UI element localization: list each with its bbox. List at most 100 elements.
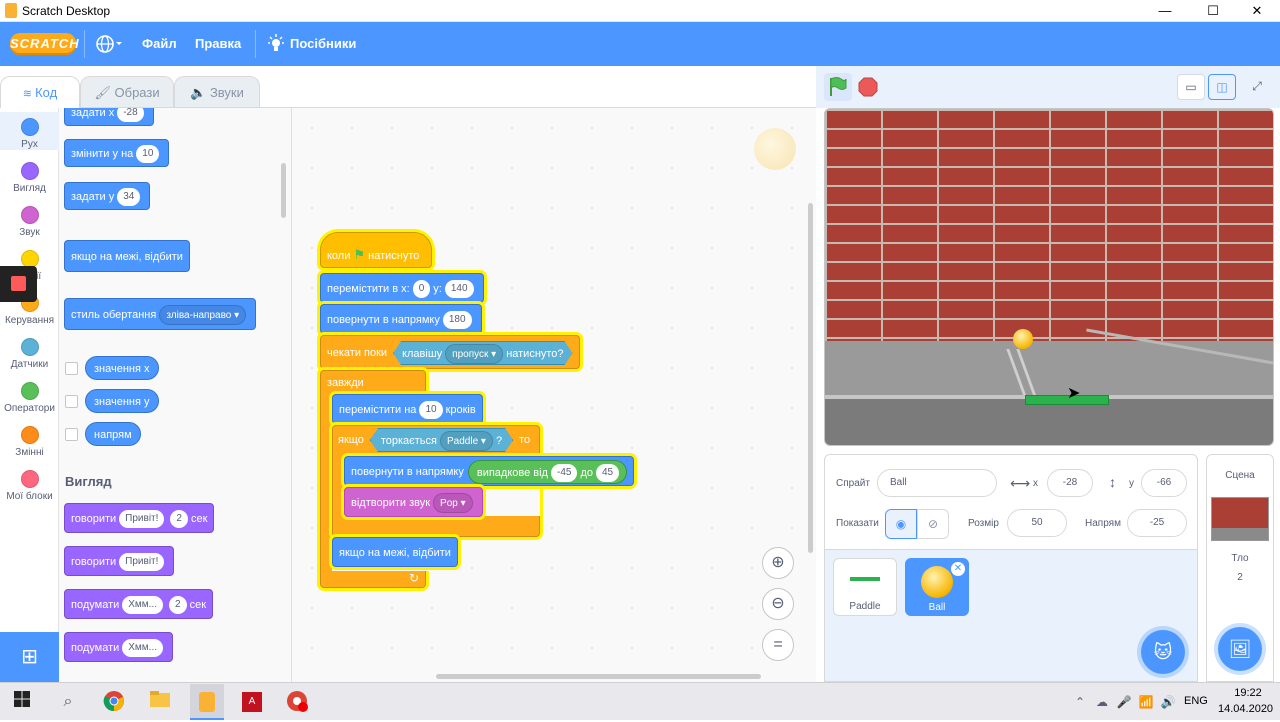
block-input[interactable]: 34 bbox=[117, 188, 141, 207]
maximize-button[interactable]: ☐ bbox=[1190, 0, 1236, 22]
y-position-input[interactable]: -66 bbox=[1141, 469, 1187, 497]
reporter-checkbox[interactable] bbox=[65, 428, 78, 441]
sprite-thumb-ball[interactable]: Ball ✕ bbox=[905, 558, 969, 616]
reporter-y-position[interactable]: значення у bbox=[85, 389, 159, 413]
block-input[interactable]: 140 bbox=[444, 280, 474, 299]
block-think-for-secs[interactable]: подумати Хмм... 2 сек bbox=[64, 589, 214, 619]
show-sprite-button[interactable]: ◉ bbox=[885, 509, 917, 539]
block-think[interactable]: подумати Хмм... bbox=[64, 632, 174, 662]
pdf-reader-icon[interactable]: A bbox=[240, 690, 264, 714]
file-explorer-icon[interactable] bbox=[148, 690, 172, 714]
rotation-dropdown[interactable]: зліва-направо ▾ bbox=[159, 305, 247, 326]
wifi-icon[interactable]: 📶 bbox=[1134, 690, 1158, 714]
touching-boolean[interactable]: торкається Paddle ▾? bbox=[370, 428, 513, 452]
block-wait-until[interactable]: чекати поки клавішу пропуск ▾ натиснуто? bbox=[320, 335, 580, 369]
volume-icon[interactable]: 🔊 bbox=[1156, 690, 1180, 714]
scratch-logo[interactable]: SCRATCH bbox=[10, 33, 79, 55]
hide-sprite-button[interactable]: ⊘ bbox=[917, 509, 949, 539]
recording-overlay[interactable] bbox=[0, 266, 37, 302]
block-change-y[interactable]: змінити у на 10 bbox=[64, 139, 170, 167]
block-say-for-secs[interactable]: говорити Привіт! 2 сек bbox=[64, 503, 215, 533]
block-point-random[interactable]: повернути в напрямку випадкове від -45 до 45 bbox=[344, 456, 635, 486]
block-input[interactable]: Хмм... bbox=[122, 639, 164, 658]
zoom-reset-button[interactable]: = bbox=[762, 629, 794, 661]
chrome-icon[interactable] bbox=[102, 690, 126, 714]
workspace-vscrollbar[interactable] bbox=[808, 203, 813, 553]
scratch-taskbar-icon[interactable] bbox=[190, 684, 224, 720]
block-input[interactable]: Привіт! bbox=[119, 553, 165, 572]
block-goto-xy[interactable]: перемістити в х: 0 у: 140 bbox=[320, 273, 484, 303]
block-input[interactable]: 45 bbox=[595, 464, 620, 483]
zoom-in-button[interactable]: ⊕ bbox=[762, 547, 794, 579]
block-input[interactable]: -45 bbox=[550, 464, 578, 483]
block-input[interactable]: 180 bbox=[442, 311, 472, 330]
zoom-out-button[interactable]: ⊖ bbox=[762, 588, 794, 620]
block-move-steps[interactable]: перемістити на 10 кроків bbox=[332, 394, 483, 424]
block-set-x[interactable]: задати х -28 bbox=[64, 108, 154, 126]
sprite-thumb-paddle[interactable]: Paddle bbox=[833, 558, 897, 616]
block-input[interactable]: Привіт! bbox=[119, 510, 165, 529]
add-extension-button[interactable]: ⊞ bbox=[0, 632, 59, 682]
category-operators[interactable]: Оператори bbox=[0, 376, 59, 414]
x-position-input[interactable]: -28 bbox=[1047, 469, 1093, 497]
block-point-in-direction[interactable]: повернути в напрямку 180 bbox=[320, 304, 482, 334]
sound-dropdown[interactable]: Pop ▾ bbox=[433, 493, 473, 514]
category-sound[interactable]: Звук bbox=[0, 200, 59, 238]
block-say[interactable]: говорити Привіт! bbox=[64, 546, 175, 576]
search-icon[interactable]: ⌕ bbox=[56, 690, 80, 714]
tray-chevron-icon[interactable]: ⌃ bbox=[1068, 690, 1092, 714]
close-button[interactable]: ✕ bbox=[1234, 0, 1280, 22]
reporter-checkbox[interactable] bbox=[65, 395, 78, 408]
category-looks[interactable]: Вигляд bbox=[0, 156, 59, 194]
block-input[interactable]: 2 bbox=[170, 510, 188, 529]
category-variables[interactable]: Змінні bbox=[0, 420, 59, 458]
reporter-checkbox[interactable] bbox=[65, 362, 78, 375]
windows-start-icon[interactable] bbox=[10, 690, 34, 714]
size-input[interactable]: 50 bbox=[1007, 509, 1067, 537]
stop-button[interactable] bbox=[857, 76, 879, 98]
clock-date[interactable]: 14.04.2020 bbox=[1218, 703, 1273, 715]
block-when-flag-clicked[interactable]: коли ⚑ натиснуто bbox=[320, 232, 432, 268]
block-input[interactable]: -28 bbox=[117, 108, 144, 123]
touching-dropdown[interactable]: Paddle ▾ bbox=[440, 431, 493, 451]
random-reporter[interactable]: випадкове від -45 до 45 bbox=[467, 460, 628, 485]
language-globe-icon[interactable] bbox=[95, 32, 123, 61]
tab-costumes[interactable]: 🖌 Образи bbox=[80, 76, 174, 108]
script-workspace[interactable]: коли ⚑ натиснуто перемістити в х: 0 у: 140 … bbox=[292, 108, 816, 682]
category-my-blocks[interactable]: Мої блоки bbox=[0, 464, 59, 502]
block-input[interactable]: 10 bbox=[136, 145, 160, 164]
menu-tutorials[interactable]: Посібники bbox=[290, 36, 356, 51]
chrome-record-icon[interactable] bbox=[286, 690, 310, 714]
direction-input[interactable]: -25 bbox=[1127, 509, 1187, 537]
ball-sprite[interactable] bbox=[1013, 329, 1033, 349]
reporter-direction[interactable]: напрям bbox=[85, 422, 141, 446]
menu-edit[interactable]: Правка bbox=[195, 36, 241, 51]
key-pressed-boolean[interactable]: клавішу пропуск ▾ натиснуто? bbox=[393, 341, 572, 365]
block-input[interactable]: 10 bbox=[419, 401, 443, 420]
normal-stage-button[interactable]: ◫ bbox=[1208, 74, 1236, 100]
block-bounce-on-edge[interactable]: якщо на межі, відбити bbox=[332, 537, 458, 567]
category-sensing[interactable]: Датчики bbox=[0, 332, 59, 370]
minimize-button[interactable]: — bbox=[1142, 0, 1188, 22]
reporter-x-position[interactable]: значення х bbox=[85, 356, 159, 380]
block-rotation-style[interactable]: стиль обертання зліва-направо ▾ bbox=[64, 298, 257, 330]
block-input[interactable]: 0 bbox=[412, 280, 431, 299]
workspace-hscrollbar[interactable] bbox=[436, 674, 761, 679]
block-play-sound[interactable]: відтворити звук Pop ▾ bbox=[344, 487, 483, 517]
language-indicator[interactable]: ENG bbox=[1184, 695, 1208, 707]
category-motion[interactable]: Рух bbox=[0, 112, 59, 150]
clock-time[interactable]: 19:22 bbox=[1228, 687, 1268, 699]
menu-file[interactable]: Файл bbox=[142, 36, 177, 51]
fullscreen-button[interactable]: ⤢ bbox=[1243, 74, 1271, 100]
small-stage-button[interactable]: ▭ bbox=[1177, 74, 1205, 100]
tab-code[interactable]: ≋ Код bbox=[0, 76, 80, 108]
block-input[interactable]: Хмм... bbox=[122, 596, 164, 615]
delete-sprite-icon[interactable]: ✕ bbox=[951, 562, 965, 576]
tab-sounds[interactable]: 🔈 Звуки bbox=[174, 76, 260, 108]
block-set-y[interactable]: задати у 34 bbox=[64, 182, 151, 210]
key-dropdown[interactable]: пропуск ▾ bbox=[445, 344, 503, 364]
stage-canvas[interactable]: ➤ bbox=[824, 108, 1274, 446]
onedrive-icon[interactable]: ☁ bbox=[1090, 690, 1114, 714]
microphone-icon[interactable]: 🎤 bbox=[1112, 690, 1136, 714]
block-input[interactable]: 2 bbox=[169, 596, 187, 615]
